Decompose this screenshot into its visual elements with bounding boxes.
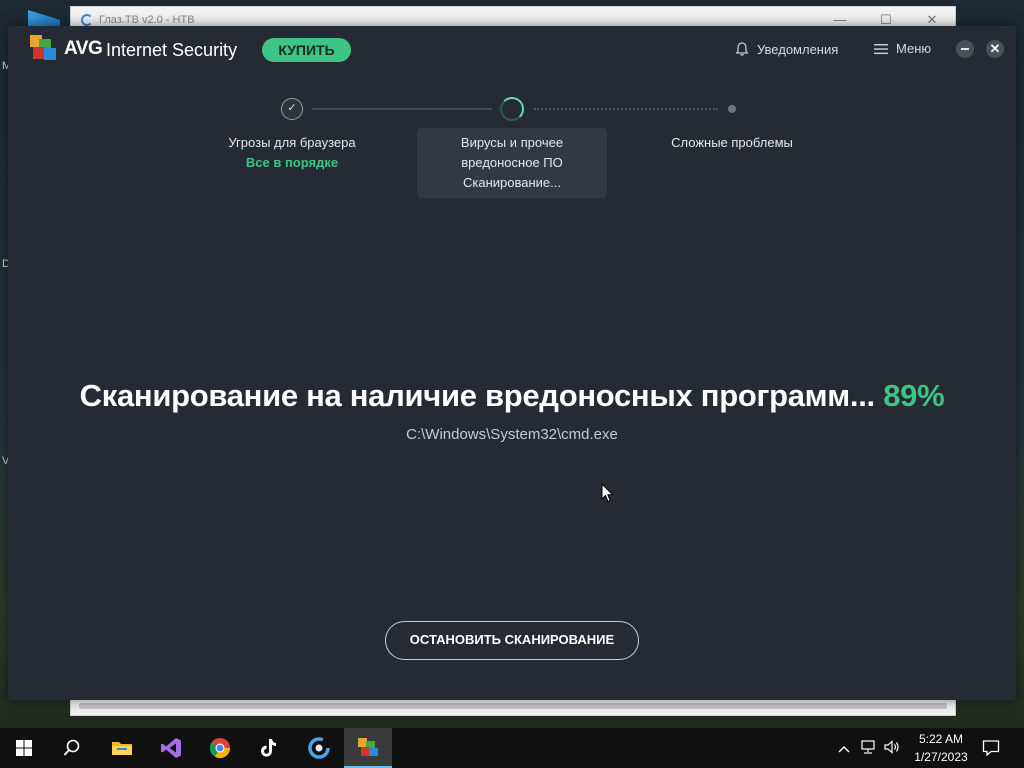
logo-square-icon (44, 48, 56, 60)
avg-header: AVG Internet Security КУПИТЬ Уведомления… (8, 26, 1016, 74)
taskbar-visual-studio[interactable] (147, 728, 195, 768)
step-title-line2: вредоносное ПО (461, 155, 563, 170)
scan-current-file: C:\Windows\System32\cmd.exe (406, 426, 618, 443)
stepper-line-pending (534, 108, 718, 110)
avg-logo-icon (30, 35, 60, 63)
notifications-button[interactable]: Уведомления (734, 41, 838, 57)
system-tray (838, 728, 900, 768)
avg-icon (358, 738, 378, 756)
notifications-label: Уведомления (757, 41, 839, 57)
tiktok-icon (261, 739, 276, 757)
taskbar-tiktok[interactable] (245, 728, 293, 768)
minimize-button[interactable] (956, 40, 974, 58)
search-icon (63, 739, 80, 756)
clock-date: 1/27/2023 (914, 750, 968, 764)
glaz-tv-icon (81, 14, 93, 26)
network-icon[interactable] (860, 739, 876, 757)
taskbar: 5:22 AM 1/27/2023 (0, 728, 1024, 768)
search-button[interactable] (48, 728, 96, 768)
background-window-title: Глаз.ТВ v2.0 - НТВ (99, 14, 195, 26)
step-status: Все в порядке (245, 155, 339, 170)
step-title-line1: Вирусы и прочее (460, 135, 564, 150)
step-title: Угрозы для браузера (228, 135, 356, 150)
hamburger-icon (874, 43, 888, 54)
taskbar-clock[interactable]: 5:22 AM 1/27/2023 (906, 730, 976, 766)
avg-window: AVG Internet Security КУПИТЬ Уведомления… (8, 26, 1016, 700)
avg-brand: AVG (64, 38, 103, 59)
step-status: Сканирование... (463, 175, 561, 190)
visual-studio-icon (161, 738, 181, 758)
volume-icon[interactable] (884, 739, 900, 757)
start-button[interactable] (0, 728, 48, 768)
step-done-check-icon: ✓ (281, 98, 303, 120)
menu-button[interactable]: Меню (874, 41, 931, 56)
background-window-scrollbar[interactable] (79, 703, 947, 709)
step-malware: Вирусы и прочее вредоносное ПО Сканирова… (417, 133, 607, 193)
stop-scan-button[interactable]: ОСТАНОВИТЬ СКАНИРОВАНИЕ (385, 621, 639, 660)
glaz-tv-icon (308, 737, 330, 759)
clock-time: 5:22 AM (918, 732, 964, 746)
step-progress-spinner-icon (500, 97, 524, 121)
scan-heading: Сканирование на наличие вредоносных прог… (8, 378, 1016, 414)
stepper-line-done (312, 108, 492, 110)
file-explorer-icon (112, 742, 132, 755)
taskbar-glaz-tv[interactable] (295, 728, 343, 768)
close-button[interactable]: ✕ (986, 40, 1004, 58)
step-title: Сложные проблемы (671, 135, 793, 150)
step-advanced-issues[interactable]: Сложные проблемы (642, 133, 822, 153)
product-name: Internet Security (106, 40, 238, 60)
taskbar-file-explorer[interactable] (98, 728, 146, 768)
scan-heading-text: Сканирование на наличие вредоносных прог… (79, 378, 876, 413)
buy-button[interactable]: КУПИТЬ (262, 38, 351, 62)
bell-icon (735, 42, 749, 56)
taskbar-chrome[interactable] (196, 728, 244, 768)
start-icon (16, 740, 32, 756)
step-pending-dot-icon (728, 105, 736, 113)
taskbar-avg[interactable] (344, 728, 392, 768)
action-center-button[interactable] (968, 728, 1014, 768)
notification-center-icon (982, 740, 1000, 757)
mouse-cursor-icon (601, 483, 614, 503)
chrome-icon (209, 738, 231, 759)
scan-percent: 89% (883, 378, 945, 413)
chevron-up-icon[interactable] (838, 741, 850, 756)
step-browser-threats[interactable]: Угрозы для браузера Все в порядке (202, 133, 382, 173)
menu-label: Меню (896, 41, 932, 56)
